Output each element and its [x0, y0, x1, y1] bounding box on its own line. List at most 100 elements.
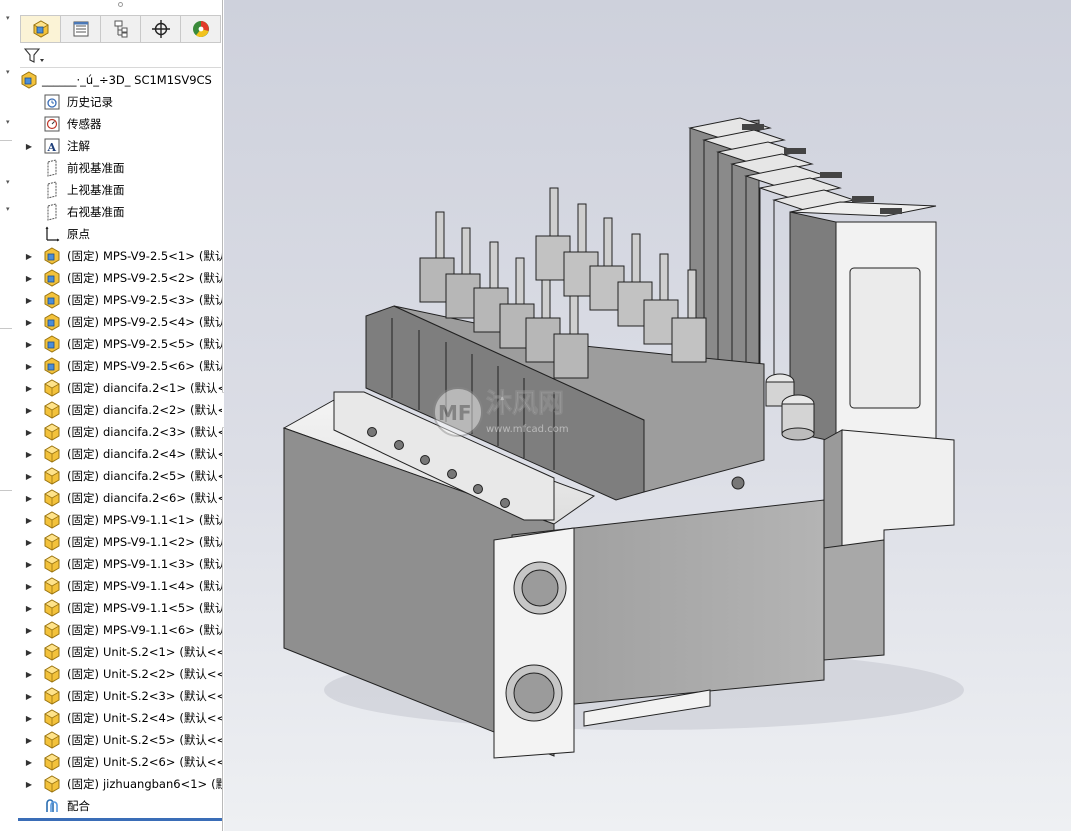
tree-item-right-plane[interactable]: 右视基准面: [18, 201, 222, 223]
collapse-marker[interactable]: ▾: [6, 205, 10, 213]
collapse-marker[interactable]: ▾: [6, 178, 10, 186]
tree-item-component[interactable]: ▶ (固定)MPS-V9-2.5<6>(默认: [18, 355, 222, 377]
part-icon: [43, 709, 61, 727]
watermark: MF 沐风网 www.mfcad.com: [433, 387, 569, 437]
expand-arrow-icon[interactable]: ▶: [24, 340, 34, 349]
tree-item-top-plane[interactable]: 上视基准面: [18, 179, 222, 201]
tree-item-component[interactable]: ▶ (固定)MPS-V9-1.1<3>(默认: [18, 553, 222, 575]
component-name: Unit-S.2<6>: [102, 755, 176, 769]
tree-item-origin[interactable]: 原点: [18, 223, 222, 245]
tree-item-component[interactable]: ▶ (固定)MPS-V9-1.1<4>(默认: [18, 575, 222, 597]
tab-display-manager[interactable]: [181, 16, 220, 42]
tree-item-mates[interactable]: 配合: [18, 795, 222, 817]
expand-arrow-icon[interactable]: ▶: [24, 406, 34, 415]
part-icon: [43, 445, 61, 463]
expand-arrow-icon[interactable]: ▶: [24, 626, 34, 635]
component-name: MPS-V9-2.5<4>: [102, 315, 195, 329]
tab-configuration-manager[interactable]: [101, 16, 141, 42]
expand-arrow-icon[interactable]: ▶: [24, 560, 34, 569]
part-icon: [43, 665, 61, 683]
tree-item-component[interactable]: ▶ (固定)jizhuangban6<1>(默: [18, 773, 222, 795]
tree-item-component[interactable]: ▶ (固定)MPS-V9-1.1<1>(默认: [18, 509, 222, 531]
expand-arrow-icon[interactable]: ▶: [24, 582, 34, 591]
tree-item-front-plane[interactable]: 前视基准面: [18, 157, 222, 179]
expand-arrow-icon[interactable]: ▶: [24, 648, 34, 657]
feature-manager-panel: ______·_ú_÷3D_ SC1M1SV9CS 历史记录 传感器 ▶ A 注: [18, 0, 223, 831]
tree-item-component[interactable]: ▶ (固定) Unit-S.2<3> (默认<<: [18, 685, 222, 707]
expand-arrow-icon[interactable]: ▶: [24, 318, 34, 327]
expand-arrow-icon[interactable]: ▶: [24, 472, 34, 481]
expand-arrow-icon[interactable]: ▶: [24, 538, 34, 547]
tree-item-component[interactable]: ▶ (固定)diancifa.2<2> (默认<: [18, 399, 222, 421]
expand-arrow-icon[interactable]: ▶: [24, 362, 34, 371]
tree-item-label: (固定)MPS-V9-2.5<6>(默认: [67, 358, 222, 374]
filter-icon[interactable]: [24, 47, 46, 65]
tab-dimxpert[interactable]: [141, 16, 181, 42]
tree-item-component[interactable]: ▶ (固定) Unit-S.2<6> (默认<<: [18, 751, 222, 773]
expand-arrow-icon[interactable]: ▶: [24, 670, 34, 679]
tree-item-label: (固定)MPS-V9-2.5<1>(默认: [67, 248, 222, 264]
fixed-badge: (固定): [67, 689, 99, 703]
tree-item-component[interactable]: ▶ (固定)MPS-V9-1.1<2>(默认: [18, 531, 222, 553]
tree-item-component[interactable]: ▶ (固定)diancifa.2<6> (默认<: [18, 487, 222, 509]
expand-arrow-icon[interactable]: ▶: [24, 252, 34, 261]
fixed-badge: (固定): [67, 667, 99, 681]
mates-icon: [43, 797, 61, 815]
graphics-viewport[interactable]: MF 沐风网 www.mfcad.com: [224, 0, 1071, 831]
expand-arrow-icon[interactable]: ▶: [24, 274, 34, 283]
tree-item-component[interactable]: ▶ (固定)diancifa.2<3> (默认<: [18, 421, 222, 443]
collapse-marker[interactable]: ▾: [6, 14, 10, 22]
tree-item-component[interactable]: ▶ (固定)diancifa.2<4> (默认<: [18, 443, 222, 465]
tree-item-component[interactable]: ▶ (固定) Unit-S.2<5> (默认<<: [18, 729, 222, 751]
tree-item-component[interactable]: ▶ (固定)MPS-V9-2.5<5>(默认: [18, 333, 222, 355]
tree-root[interactable]: ______·_ú_÷3D_ SC1M1SV9CS: [18, 69, 222, 91]
tree-item-component[interactable]: ▶ (固定) Unit-S.2<4> (默认<<: [18, 707, 222, 729]
tree-item-component[interactable]: ▶ (固定)MPS-V9-2.5<4>(默认: [18, 311, 222, 333]
fixed-badge: (固定): [67, 557, 99, 571]
expand-arrow-icon[interactable]: ▶: [24, 780, 34, 789]
expand-arrow-icon[interactable]: ▶: [24, 428, 34, 437]
panel-tabs: [20, 15, 221, 43]
expand-arrow-icon[interactable]: ▶: [24, 384, 34, 393]
divider: [0, 328, 12, 329]
tab-property-manager[interactable]: [61, 16, 101, 42]
component-name: diancifa.2<3>: [102, 425, 186, 439]
tree-item-component[interactable]: ▶ (固定)MPS-V9-2.5<3>(默认: [18, 289, 222, 311]
expand-arrow-icon[interactable]: ▶: [24, 604, 34, 613]
collapse-marker[interactable]: ▾: [6, 118, 10, 126]
tab-feature-manager[interactable]: [21, 16, 61, 42]
tree-item-label: (固定)MPS-V9-1.1<6>(默认: [67, 622, 222, 638]
tree-item-component[interactable]: ▶ (固定)MPS-V9-1.1<5>(默认: [18, 597, 222, 619]
expand-arrow-icon[interactable]: ▶: [24, 450, 34, 459]
tree-item-component[interactable]: ▶ (固定)MPS-V9-1.1<6>(默认: [18, 619, 222, 641]
fixed-badge: (固定): [67, 337, 99, 351]
tree-item-component[interactable]: ▶ (固定)MPS-V9-2.5<2>(默认: [18, 267, 222, 289]
tree-item-component[interactable]: ▶ (固定) Unit-S.2<1> (默认<<: [18, 641, 222, 663]
panel-grip[interactable]: [118, 2, 123, 7]
expand-arrow-icon[interactable]: ▶: [24, 516, 34, 525]
fixed-badge: (固定): [67, 601, 99, 615]
part-icon: [43, 379, 61, 397]
tree-item-component[interactable]: ▶ (固定) Unit-S.2<2> (默认<<: [18, 663, 222, 685]
component-config: (默认: [198, 579, 222, 593]
expand-arrow-icon[interactable]: ▶: [24, 296, 34, 305]
expand-arrow-icon[interactable]: ▶: [24, 494, 34, 503]
expand-arrow-icon[interactable]: ▶: [24, 142, 34, 151]
expand-arrow-icon[interactable]: ▶: [24, 736, 34, 745]
tree-item-component[interactable]: ▶ (固定)diancifa.2<5> (默认<: [18, 465, 222, 487]
tree-item-component[interactable]: ▶ (固定)diancifa.2<1> (默认<: [18, 377, 222, 399]
tree-item-label: (固定)diancifa.2<3> (默认<: [67, 424, 222, 440]
tree-item-component[interactable]: ▶ (固定)MPS-V9-2.5<1>(默认: [18, 245, 222, 267]
expand-arrow-icon[interactable]: ▶: [24, 714, 34, 723]
tree-item-history[interactable]: 历史记录: [18, 91, 222, 113]
tree-item-annotations[interactable]: ▶ A 注解: [18, 135, 222, 157]
component-name: MPS-V9-1.1<2>: [102, 535, 195, 549]
component-name: MPS-V9-2.5<2>: [102, 271, 195, 285]
tree-item-sensors[interactable]: 传感器: [18, 113, 222, 135]
expand-arrow-icon[interactable]: ▶: [24, 692, 34, 701]
part-icon: [43, 577, 61, 595]
expand-arrow-icon[interactable]: ▶: [24, 758, 34, 767]
collapse-marker[interactable]: ▾: [6, 68, 10, 76]
subassembly-icon: [43, 247, 61, 265]
component-config: (默认: [198, 359, 222, 373]
